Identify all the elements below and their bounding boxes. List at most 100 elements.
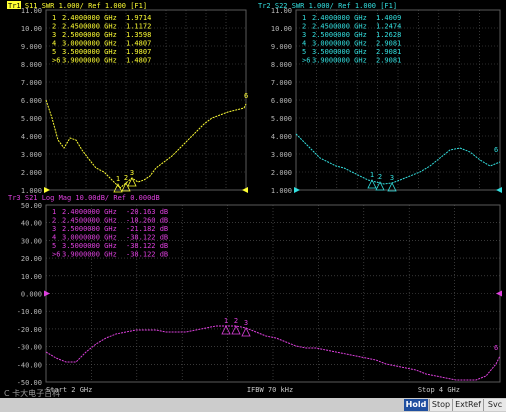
tr1-y-tick-label: 10.00 [21,25,42,33]
tr1-marker-row-freq: 3.0000000 GHz [62,40,117,48]
tr3-marker-row-value: -21.182 dB [126,225,168,233]
vna-display: 11.0010.009.0008.0007.0006.0005.0004.000… [0,0,506,398]
tr2-marker-row-value: 1.4009 [376,14,401,22]
tr3-marker-row-freq: 2.4500000 GHz [62,217,117,225]
tr1-marker-row-value: 1.1172 [126,23,151,31]
vna-screen: 11.00 10.00 9.000 8.000 7.000 6.000 5.000 4.000… [0,0,506,412]
status-stop-indicator[interactable]: Stop [429,399,452,411]
tr3-y-tick-label: 40.00 [21,220,42,228]
tr1-marker-row-freq: 3.9000000 GHz [62,57,117,65]
tr2-y-tick-label: 10.00 [271,25,292,33]
tr3-end-marker-label: 6 [494,344,498,352]
tr2-y-tick-label: 4.000 [271,133,292,141]
tr2-marker-row-freq: 3.5000000 GHz [312,48,367,56]
tr3-marker-row-value: -38.122 dB [126,251,168,259]
tr2-y-tick-label: 9.000 [271,43,292,51]
tr1-marker-row-n: >6 [52,57,60,65]
tr2-y-tick-label: 7.000 [271,79,292,87]
tr1-y-tick-label: 4.000 [21,133,42,141]
status-hold-button[interactable]: Hold [404,399,428,411]
tr3-marker-row-freq: 3.0000000 GHz [62,234,117,242]
tr1-marker-label: 2 [124,174,128,182]
tr2-marker-row-freq: 2.4500000 GHz [312,23,367,31]
tr3-y-tick-label: -10.00 [17,308,42,316]
tr1-marker-label: 3 [130,169,134,177]
tr3-marker-row-freq: 2.5000000 GHz [62,225,117,233]
tr2-y-tick-label: 2.000 [271,169,292,177]
tr1-y-tick-label: 6.000 [21,97,42,105]
tr1-y-tick-label: 5.000 [21,115,42,123]
tr2-end-marker-label: 6 [494,146,498,154]
tr1-header-id: Tr1 [8,2,21,10]
tr1-marker-row-n: 2 [52,23,56,31]
tr3-header: Tr3 S21 Log Mag 10.00dB/ Ref 0.000dB [8,194,160,202]
tr1-marker-row-n: 1 [52,14,56,22]
status-svc-indicator[interactable]: Svc [483,399,506,411]
tr1-marker-row-freq: 3.5000000 GHz [62,48,117,56]
tr2-marker-row-freq: 2.5000000 GHz [312,31,367,39]
tr2-marker-label: 1 [370,171,374,179]
tr2-y-tick-label: 5.000 [271,115,292,123]
tr2-marker-row-value: 1.2474 [376,23,401,31]
tr2-marker-row-n: 5 [302,48,306,56]
tr2-marker-label: 3 [390,174,394,182]
tr1-marker-row-value: 1.9807 [126,48,151,56]
tr1-marker-row-value: 1.4807 [126,40,151,48]
tr3-marker-row-n: 3 [52,225,56,233]
tr3-y-tick-label: 0.000 [21,291,42,299]
status-extref-indicator[interactable]: ExtRef [452,399,483,411]
tr3-y-tick-label: -20.00 [17,326,42,334]
tr2-y-tick-label: 3.000 [271,151,292,159]
tr2-marker-row-n: 3 [302,31,306,39]
tr3-marker-row-value: -20.163 dB [126,208,168,216]
tr2-y-tick-label: 1.000 [271,187,292,195]
tr1-y-tick-label: 9.000 [21,43,42,51]
tr2-marker-row-freq: 3.0000000 GHz [312,40,367,48]
tr1-y-tick-label: 8.000 [21,61,42,69]
tr2-header: Tr2 S22 SWR 1.000/ Ref 1.000 [F1] [258,2,397,10]
tr2-marker-row-n: >6 [302,57,310,65]
tr3-marker-row-n: 4 [52,234,56,242]
ifbw-label: IFBW 70 kHz [247,386,293,394]
tr1-marker-label: 1 [116,175,120,183]
tr3-y-tick-label: 10.00 [21,273,42,281]
tr3-marker-label: 2 [234,317,238,325]
tr2-marker-row-n: 2 [302,23,306,31]
tr3-marker-row-value: -38.122 dB [126,234,168,242]
tr1-marker-row-freq: 2.5000000 GHz [62,31,117,39]
tr1-marker-row-freq: 2.4500000 GHz [62,23,117,31]
tr2-marker-label: 2 [378,173,382,181]
tr2-y-tick-label: 8.000 [271,61,292,69]
tr3-y-tick-label: -30.00 [17,344,42,352]
tr1-marker-row-n: 5 [52,48,56,56]
tr3-y-tick-label: 50.00 [21,202,42,210]
tr2-marker-row-n: 1 [302,14,306,22]
tr1-y-tick-label: 3.000 [21,151,42,159]
tr1-y-tick-label: 7.000 [21,79,42,87]
tr2-marker-row-freq: 3.9000000 GHz [312,57,367,65]
tr2-marker-row-n: 4 [302,40,306,48]
tr3-marker-row-freq: 3.9000000 GHz [62,251,117,259]
tr1-marker-row-n: 3 [52,31,56,39]
tr2-marker-row-freq: 2.4000000 GHz [312,14,367,22]
tr3-y-tick-label: 20.00 [21,255,42,263]
tr3-marker-row-freq: 2.4000000 GHz [62,208,117,216]
tr3-y-tick-label: -50.00 [17,379,42,387]
tr1-marker-row-freq: 2.4000000 GHz [62,14,117,22]
tr1-end-marker-label: 6 [244,92,248,100]
tr3-marker-row-freq: 3.5000000 GHz [62,242,117,250]
tr3-y-tick-label: 30.00 [21,237,42,245]
tr3-y-tick-label: -40.00 [17,361,42,369]
tr3-marker-row-n: 1 [52,208,56,216]
tr2-marker-row-value: 1.2628 [376,31,401,39]
tr3-marker-row-n: 2 [52,217,56,225]
tr2-y-tick-label: 6.000 [271,97,292,105]
tr1-marker-row-n: 4 [52,40,56,48]
tr3-marker-row-value: -18.260 dB [126,217,168,225]
tr1-header: Tr1 S11 SWR 1.000/ Ref 1.000 [F1] [8,2,147,10]
tr1-marker-row-value: 1.3598 [126,31,151,39]
tr3-marker-row-n: >6 [52,251,60,259]
tr3-marker-label: 1 [224,317,228,325]
stop-frequency-label: Stop 4 GHz [418,386,460,394]
tr1-marker-row-value: 1.4807 [126,57,151,65]
